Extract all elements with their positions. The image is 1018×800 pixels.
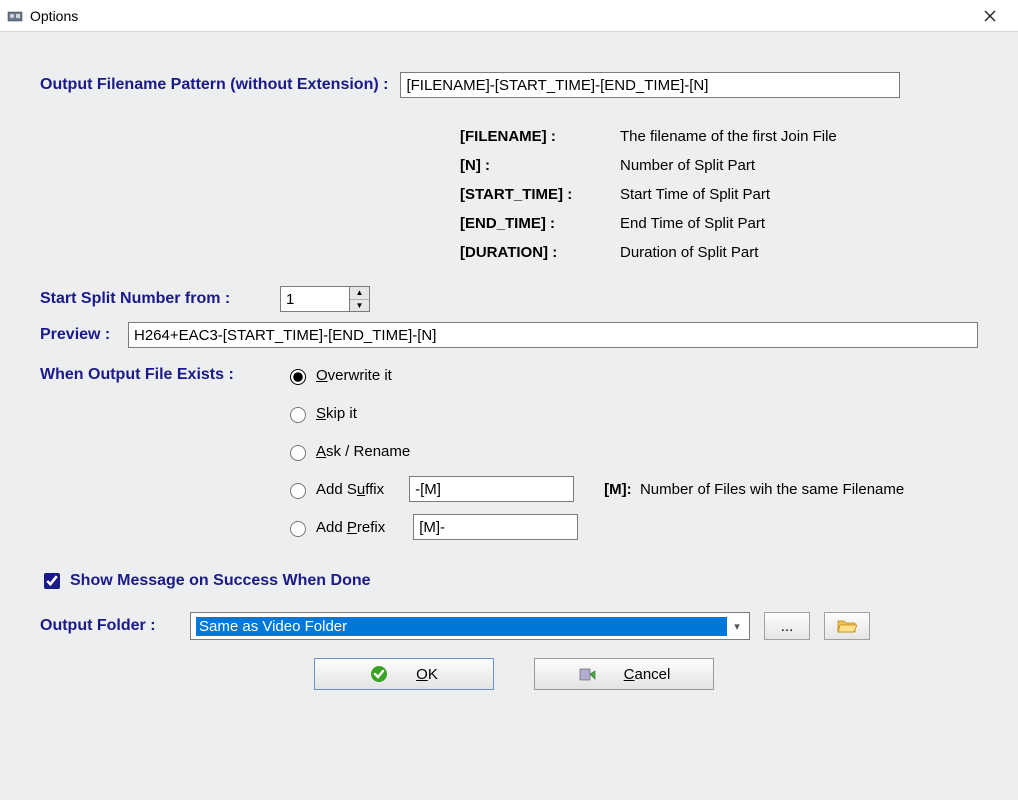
spinner-down-icon[interactable]: ▼ [350,300,369,312]
add-prefix-label[interactable]: Add Prefix [316,519,385,536]
app-icon [6,7,24,25]
overwrite-label[interactable]: Overwrite it [316,367,392,384]
cancel-label: Cancel [624,666,671,683]
close-button[interactable] [968,1,1012,31]
start-number-label: Start Split Number from : [40,290,280,308]
ellipsis-icon: ... [781,618,794,635]
title-bar: Options [0,0,1018,32]
exists-label: When Output File Exists : [40,366,285,384]
token-desc: End Time of Split Part [620,215,765,232]
m-legend: [M]: Number of Files wih the same Filena… [604,481,904,498]
token-key: [FILENAME] : [460,128,620,145]
pattern-input[interactable] [400,72,900,98]
preview-label: Preview : [40,326,128,344]
start-number-input[interactable] [280,286,350,312]
ask-label[interactable]: Ask / Rename [316,443,410,460]
prefix-input[interactable] [413,514,578,540]
window-title: Options [30,8,968,24]
output-folder-combo[interactable]: Same as Video Folder ▾ [190,612,750,640]
start-number-spinner[interactable]: ▲ ▼ [280,286,370,312]
ok-button[interactable]: OK [314,658,494,690]
show-message-checkbox[interactable] [44,573,60,589]
suffix-input[interactable] [409,476,574,502]
skip-label[interactable]: Skip it [316,405,357,422]
token-key: [END_TIME] : [460,215,620,232]
show-message-label[interactable]: Show Message on Success When Done [70,572,371,590]
open-folder-button[interactable] [824,612,870,640]
ok-label: OK [416,666,438,683]
pattern-label: Output Filename Pattern (without Extensi… [40,76,388,94]
ask-radio[interactable] [290,445,306,461]
chevron-down-icon[interactable]: ▾ [727,620,747,633]
spinner-up-icon[interactable]: ▲ [350,287,369,300]
token-key: [N] : [460,157,620,174]
add-prefix-radio[interactable] [290,521,306,537]
token-key: [START_TIME] : [460,186,620,203]
token-legend: [FILENAME] :The filename of the first Jo… [460,128,988,261]
add-suffix-radio[interactable] [290,483,306,499]
token-desc: The filename of the first Join File [620,128,837,145]
skip-radio[interactable] [290,407,306,423]
overwrite-radio[interactable] [290,369,306,385]
preview-input[interactable] [128,322,978,348]
token-desc: Duration of Split Part [620,244,758,261]
browse-button[interactable]: ... [764,612,810,640]
output-folder-value: Same as Video Folder [196,617,727,636]
token-key: [DURATION] : [460,244,620,261]
add-suffix-label[interactable]: Add Suffix [316,481,384,498]
cancel-icon [578,665,596,683]
cancel-button[interactable]: Cancel [534,658,714,690]
token-desc: Start Time of Split Part [620,186,770,203]
check-icon [370,665,388,683]
token-desc: Number of Split Part [620,157,755,174]
output-folder-label: Output Folder : [40,617,190,635]
folder-icon [837,618,857,634]
